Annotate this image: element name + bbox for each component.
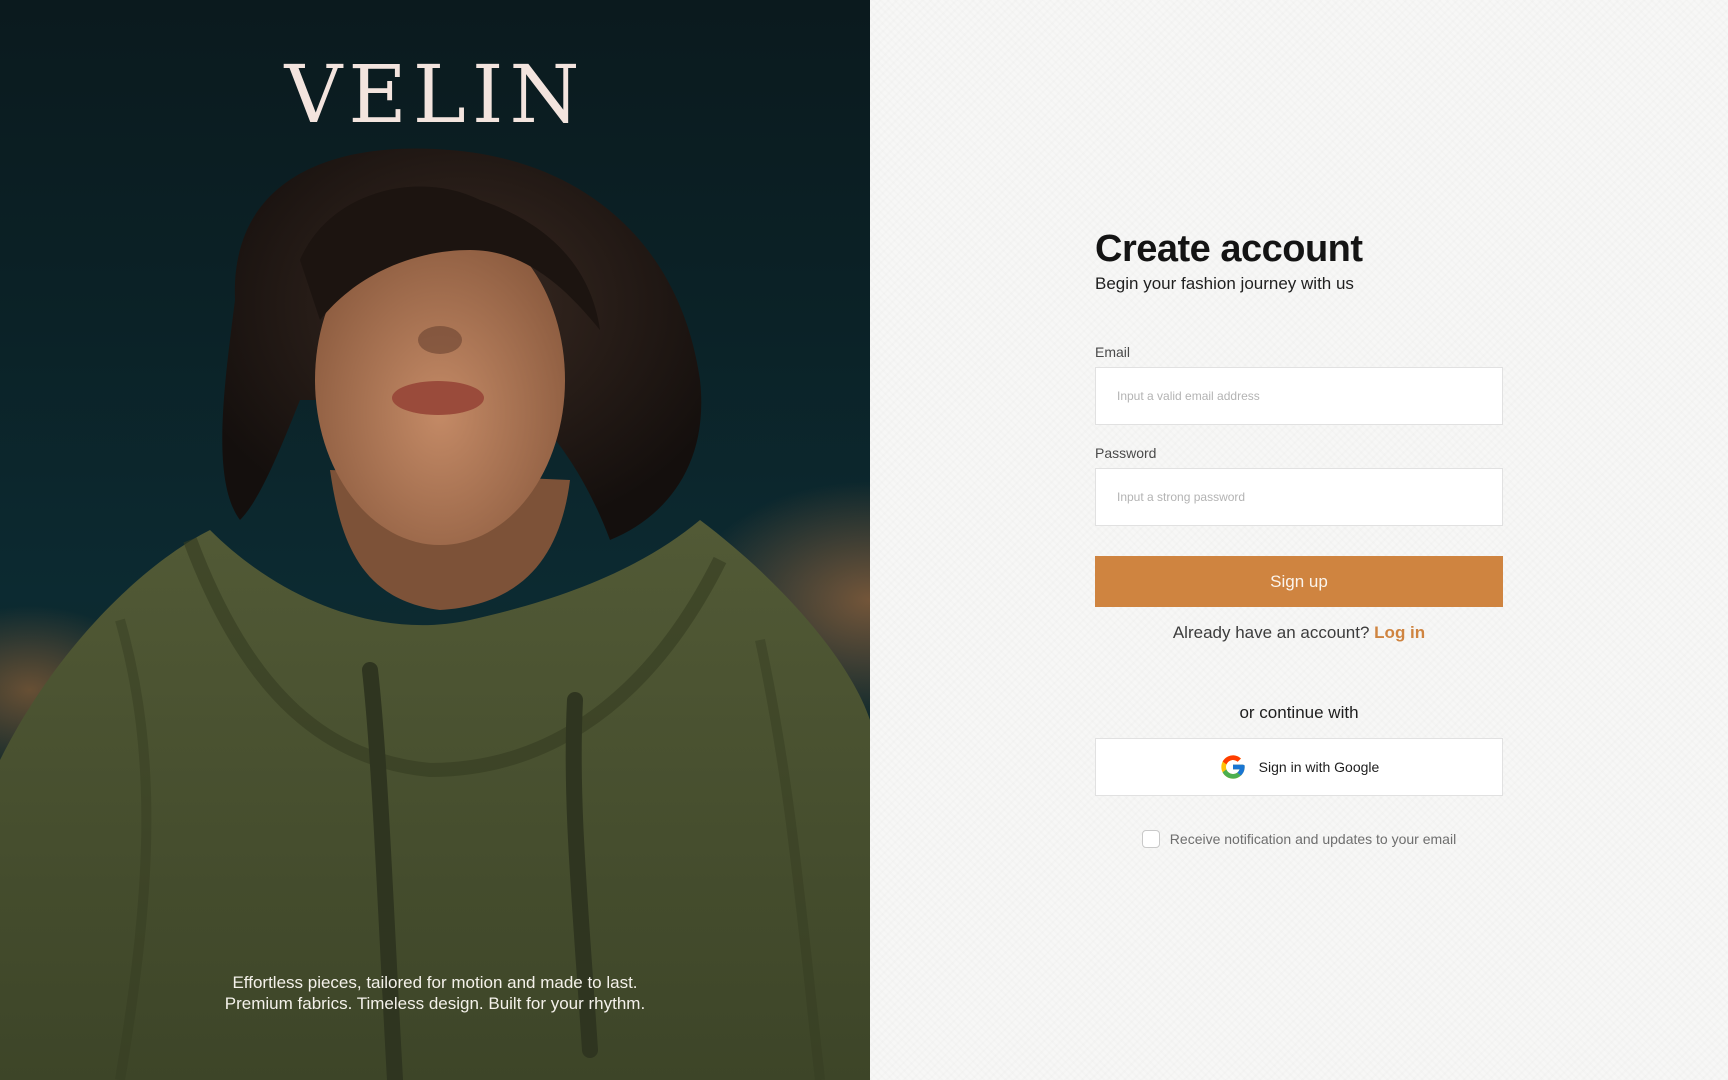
hero-caption-line: Premium fabrics. Timeless design. Built … xyxy=(224,994,646,1013)
brand-logo: VELIN xyxy=(284,48,586,141)
signup-panel: Create account Begin your fashion journe… xyxy=(870,0,1728,1080)
continue-divider: or continue with xyxy=(1239,703,1359,722)
login-prompt: Already have an account? Log in xyxy=(1095,623,1503,643)
google-sign-in-button[interactable]: Sign in with Google xyxy=(1095,738,1503,796)
login-prompt-text: Already have an account? xyxy=(1172,623,1370,642)
email-label: Email xyxy=(1095,344,1131,360)
consent-checkbox[interactable] xyxy=(1141,830,1160,848)
password-label: Password xyxy=(1095,445,1157,461)
hero-caption-line: Effortless pieces, tailored for motion a… xyxy=(232,973,638,992)
signup-form: Create account Begin your fashion journe… xyxy=(1095,226,1503,848)
google-icon xyxy=(1219,753,1247,781)
consent-row: Receive notification and updates to your… xyxy=(1095,830,1503,848)
consent-label: Receive notification and updates to your… xyxy=(1169,831,1457,847)
log-in-link[interactable]: Log in xyxy=(1374,623,1425,642)
page-subtitle: Begin your fashion journey with us xyxy=(1095,274,1354,293)
password-field[interactable] xyxy=(1095,468,1503,526)
sign-up-button[interactable]: Sign up xyxy=(1095,556,1503,607)
page-title: Create account xyxy=(1095,228,1363,270)
hero-panel: VELIN Effortless pieces, tailored for mo… xyxy=(0,0,870,1080)
email-field[interactable] xyxy=(1095,367,1503,425)
hero-photo xyxy=(0,148,870,1080)
google-button-label: Sign in with Google xyxy=(1258,759,1380,775)
hero-caption: Effortless pieces, tailored for motion a… xyxy=(0,972,870,1014)
